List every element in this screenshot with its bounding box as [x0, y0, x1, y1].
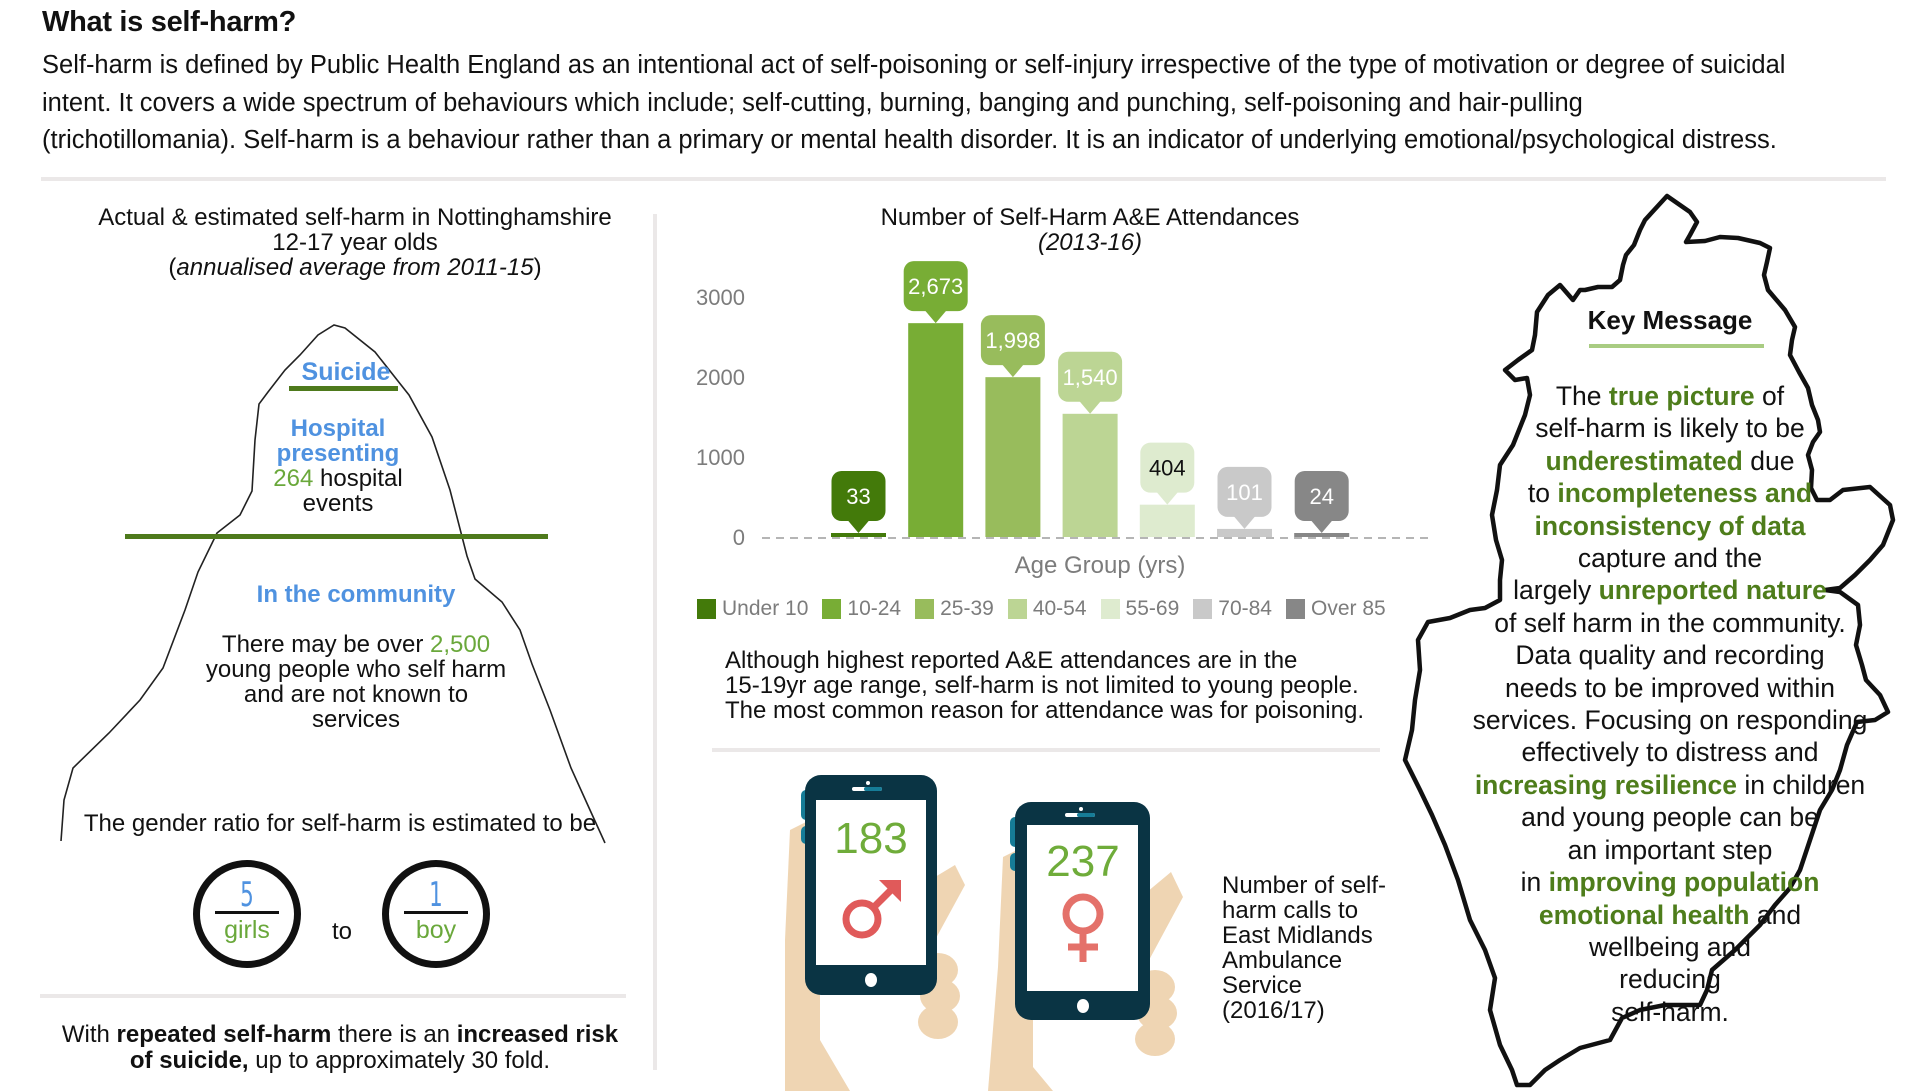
- key-message-highlight: inconsistency of data: [1534, 510, 1806, 541]
- key-message-line: self-harm.: [1440, 996, 1900, 1028]
- key-message-line: underestimated due: [1440, 445, 1900, 477]
- key-message-text: due: [1742, 445, 1795, 476]
- key-message-line: in improving population: [1440, 866, 1900, 898]
- key-message-text: capture and the: [1577, 543, 1763, 574]
- key-message-text: an important step: [1567, 834, 1773, 865]
- key-message-text: reducing: [1619, 964, 1721, 995]
- key-message-underline: [1589, 344, 1764, 348]
- key-message-line: effectively to distress and: [1440, 736, 1900, 768]
- key-message-highlight: emotional health: [1538, 899, 1750, 930]
- key-message-text: to: [1527, 478, 1558, 509]
- key-message-text: Data quality and recording: [1515, 640, 1825, 671]
- key-message-highlight: underestimated: [1545, 445, 1743, 476]
- key-message-text: self-harm is likely to be: [1535, 413, 1805, 444]
- key-message-highlight: incompleteness and: [1557, 478, 1813, 509]
- key-message-line: of self harm in the community.: [1440, 607, 1900, 639]
- key-message-line: largely unreported nature: [1440, 574, 1900, 606]
- key-message-highlight: true picture: [1608, 381, 1755, 411]
- key-message-text: The: [1555, 381, 1609, 411]
- key-message-text: largely: [1513, 575, 1599, 606]
- key-message-line: needs to be improved within: [1440, 672, 1900, 704]
- key-message-text: and: [1749, 899, 1802, 930]
- key-message-line: services. Focusing on responding: [1440, 704, 1900, 736]
- key-message-text: of: [1754, 381, 1785, 411]
- key-message-line: Data quality and recording: [1440, 639, 1900, 671]
- key-message-text: in: [1520, 867, 1549, 898]
- key-message-line: self-harm is likely to be: [1440, 412, 1900, 444]
- key-message-highlight: unreported nature: [1598, 575, 1827, 606]
- key-message-text: and young people can be: [1521, 802, 1819, 833]
- key-message-text: effectively to distress and: [1521, 737, 1819, 768]
- key-message-text: in children: [1737, 769, 1866, 800]
- key-message-line: wellbeing and: [1440, 931, 1900, 963]
- key-message-body: The true picture of self-harm is likely t…: [1440, 380, 1900, 1028]
- key-message-text: of self harm in the community.: [1494, 607, 1846, 638]
- key-message-line: emotional health and: [1440, 899, 1900, 931]
- key-message-line: inconsistency of data: [1440, 510, 1900, 542]
- key-message-text: needs to be improved within: [1505, 672, 1835, 703]
- key-message-line: and young people can be: [1440, 801, 1900, 833]
- key-message-title: Key Message: [1587, 305, 1753, 335]
- key-message-line: capture and the: [1440, 542, 1900, 574]
- key-message-text: wellbeing and: [1588, 931, 1752, 962]
- key-message-highlight: improving population: [1548, 867, 1820, 898]
- key-message-line: to incompleteness and: [1440, 477, 1900, 509]
- key-message-text: services. Focusing on responding: [1472, 705, 1868, 736]
- key-message-line: increasing resilience in children: [1440, 769, 1900, 801]
- key-message-line: reducing: [1440, 963, 1900, 995]
- key-message-highlight: increasing resilience: [1474, 769, 1738, 800]
- key-message-line: The true picture of: [1440, 380, 1900, 412]
- key-message-line: an important step: [1440, 834, 1900, 866]
- key-message-text: self-harm.: [1611, 996, 1729, 1027]
